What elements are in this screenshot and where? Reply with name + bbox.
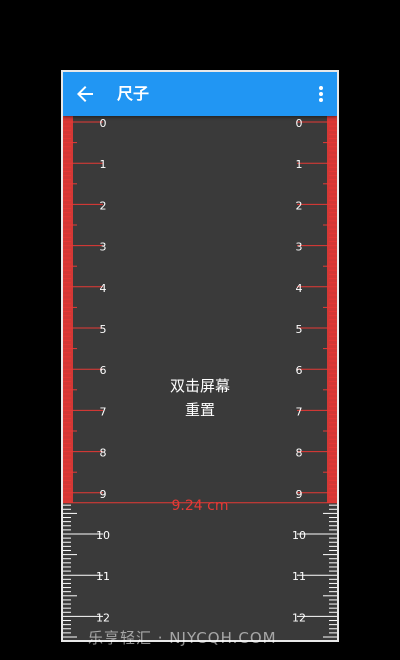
overflow-menu-button[interactable] <box>311 82 331 106</box>
right-cm-label: 2 <box>296 199 303 212</box>
left-cm-label: 12 <box>96 611 110 624</box>
right-cm-label: 4 <box>296 282 303 295</box>
left-cm-label: 8 <box>100 447 107 460</box>
app-window: 尺子 0 0 1 1 2 2 3 3 4 4 5 5 6 6 7 7 8 8 9 9 10 10 11 11 12 12 双击屏幕… <box>61 70 339 642</box>
measurement-readout: 9.24 cm <box>171 498 229 514</box>
left-cm-label: 10 <box>96 529 110 542</box>
right-cm-label: 3 <box>296 241 303 254</box>
reset-hint: 双击屏幕 重置 <box>63 374 337 422</box>
right-cm-label: 10 <box>292 529 306 542</box>
right-cm-label: 8 <box>296 447 303 460</box>
right-measure-band <box>327 116 337 503</box>
right-cm-label: 1 <box>296 158 303 171</box>
left-cm-label: 11 <box>96 570 110 583</box>
right-cm-label: 0 <box>296 117 303 130</box>
page-title: 尺子 <box>117 84 150 103</box>
left-cm-label: 0 <box>100 117 107 130</box>
watermark-text: 乐享轻汇 · NJYCQH.COM <box>88 629 277 647</box>
app-bar: 尺子 <box>63 72 337 116</box>
left-cm-label: 4 <box>100 282 107 295</box>
reset-hint-line1: 双击屏幕 <box>169 377 230 395</box>
arrow-back-icon <box>77 86 93 102</box>
left-cm-label: 5 <box>100 323 107 336</box>
right-cm-label: 5 <box>296 323 303 336</box>
right-cm-label: 11 <box>292 570 306 583</box>
left-measure-band <box>63 116 73 503</box>
left-cm-label: 1 <box>100 158 107 171</box>
ruler-canvas[interactable]: 0 0 1 1 2 2 3 3 4 4 5 5 6 6 7 7 8 8 9 9 10 10 11 11 12 12 双击屏幕 重置… <box>63 116 337 640</box>
more-vert-icon <box>319 86 323 102</box>
back-button[interactable] <box>73 82 97 106</box>
left-cm-label: 2 <box>100 199 107 212</box>
right-cm-label: 12 <box>292 611 306 624</box>
left-cm-label: 3 <box>100 241 107 254</box>
reset-hint-line2: 重置 <box>184 401 215 419</box>
